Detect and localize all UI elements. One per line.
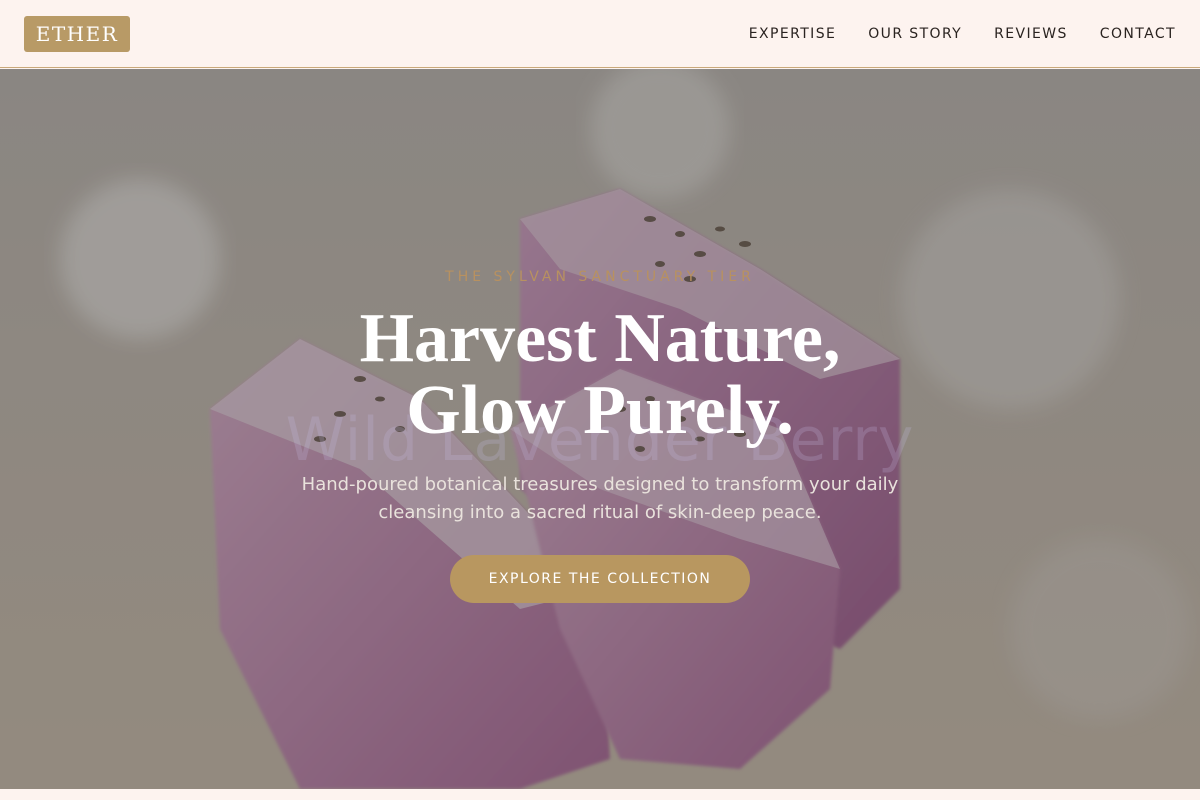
nav-link-reviews[interactable]: REVIEWS	[994, 26, 1068, 42]
hero-eyebrow: THE SYLVAN SANCTUARY TIER	[445, 269, 755, 285]
nav-link-contact[interactable]: CONTACT	[1100, 26, 1176, 42]
hero-headline: Harvest Nature, Glow Purely.	[0, 303, 1200, 447]
explore-collection-button[interactable]: EXPLORE THE COLLECTION	[450, 555, 750, 603]
hero-section: THE SYLVAN SANCTUARY TIER Wild Lavender …	[0, 69, 1200, 789]
hero-headline-line1: Harvest Nature,	[359, 300, 841, 377]
brand-logo[interactable]: ETHER	[24, 15, 130, 52]
nav-link-our-story[interactable]: OUR STORY	[868, 26, 962, 42]
hero-headline-line2: Glow Purely.	[406, 372, 794, 449]
hero-content: THE SYLVAN SANCTUARY TIER Wild Lavender …	[0, 69, 1200, 789]
top-navigation: ETHER EXPERTISE OUR STORY REVIEWS CONTAC…	[0, 0, 1200, 68]
main-menu: EXPERTISE OUR STORY REVIEWS CONTACT	[749, 26, 1176, 42]
page-bottom-strip	[0, 789, 1200, 800]
nav-link-expertise[interactable]: EXPERTISE	[749, 26, 836, 42]
hero-subtext: Hand-poured botanical treasures designed…	[301, 474, 899, 523]
